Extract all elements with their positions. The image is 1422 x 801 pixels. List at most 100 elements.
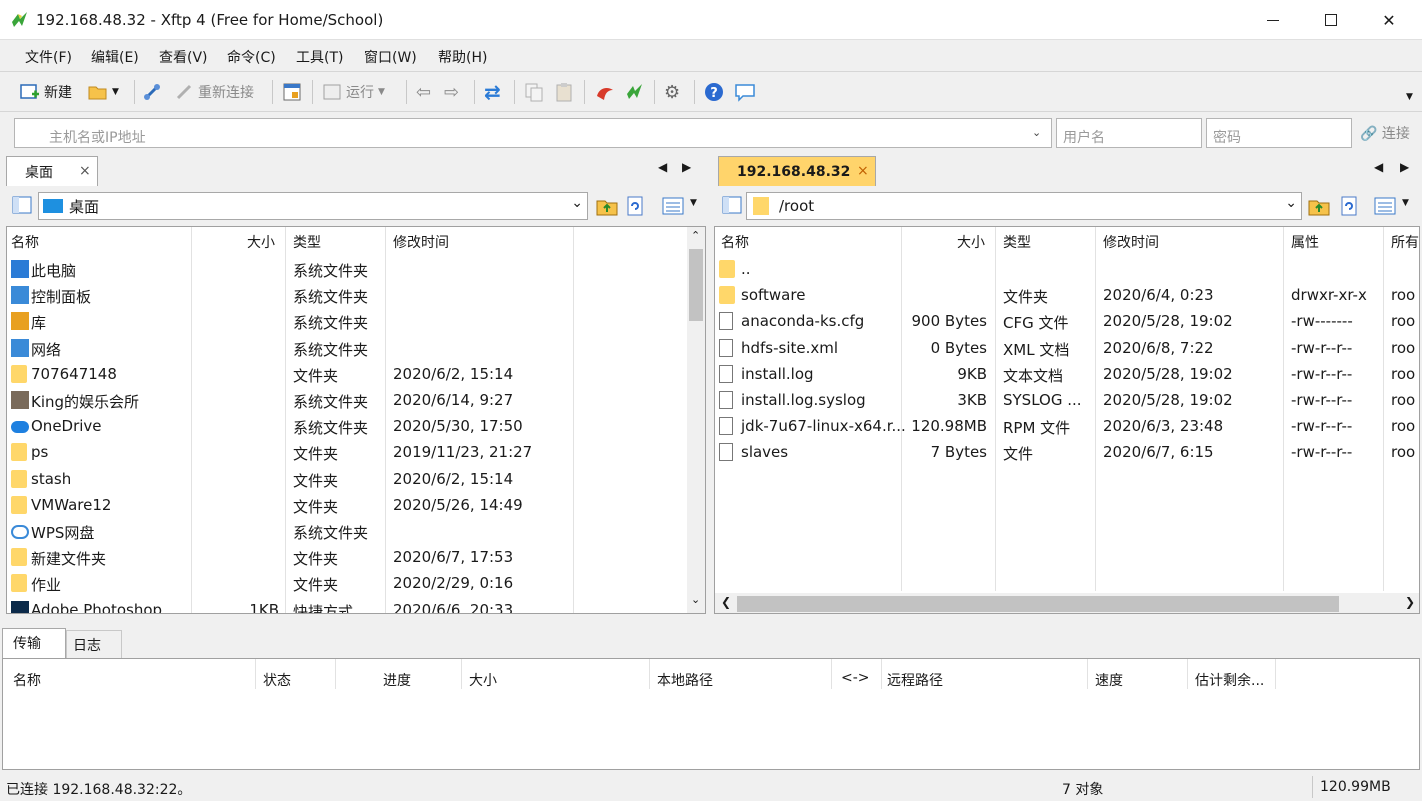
dropdown-arrow-icon[interactable]: ▼ <box>690 198 697 208</box>
menu-help[interactable]: 帮助(H) <box>438 47 487 67</box>
file-row[interactable]: 网络 系统文件夹 <box>7 336 677 362</box>
xshell-button[interactable] <box>594 81 616 103</box>
column-eta[interactable]: 估计剩余... <box>1195 670 1264 690</box>
chevron-down-icon[interactable]: ⌄ <box>1285 195 1297 211</box>
scroll-thumb[interactable] <box>737 596 1339 612</box>
close-button[interactable]: ✕ <box>1360 0 1418 40</box>
feedback-button[interactable] <box>734 81 756 103</box>
host-input[interactable]: 主机名或IP地址 <box>14 118 1052 148</box>
column-name[interactable]: 名称 <box>13 670 41 690</box>
tab-desktop[interactable]: 桌面 × <box>6 156 98 186</box>
right-path-input[interactable]: /root ⌄ <box>746 192 1302 220</box>
scroll-right-icon[interactable]: ❯ <box>1405 595 1415 609</box>
close-tab-icon[interactable]: × <box>857 163 869 179</box>
column-size[interactable]: 大小 <box>247 232 275 252</box>
username-input[interactable]: 用户名 <box>1056 118 1202 148</box>
file-row[interactable]: Adobe Photoshop... 1KB 快捷方式 2020/6/6, 20:33 <box>7 598 677 613</box>
view-mode-icon[interactable] <box>662 197 684 215</box>
file-row[interactable]: install.log.syslog 3KB SYSLOG ... 2020/5/28… <box>715 388 1419 414</box>
minimize-button[interactable] <box>1244 0 1302 40</box>
maximize-button[interactable] <box>1302 0 1360 40</box>
refresh-icon[interactable] <box>626 196 646 216</box>
column-direction[interactable]: <-> <box>841 670 870 686</box>
help-button[interactable]: ? <box>704 81 724 103</box>
column-modified[interactable]: 修改时间 <box>393 232 449 252</box>
column-size[interactable]: 大小 <box>957 232 985 252</box>
column-local-path[interactable]: 本地路径 <box>657 670 713 690</box>
file-row[interactable]: 新建文件夹 文件夹 2020/6/7, 17:53 <box>7 545 677 571</box>
close-tab-icon[interactable]: × <box>79 163 91 179</box>
run-button[interactable]: 运行 ▼ <box>322 81 385 103</box>
tab-scroll-right-icon[interactable]: ▶ <box>1400 160 1409 174</box>
view-mode-icon[interactable] <box>1374 197 1396 215</box>
toolbar-overflow-icon[interactable]: ▼ <box>1406 92 1413 102</box>
column-speed[interactable]: 速度 <box>1095 670 1123 690</box>
column-progress[interactable]: 进度 <box>383 670 411 690</box>
open-folder-button[interactable]: ▼ <box>88 81 119 103</box>
scroll-up-icon[interactable]: ⌃ <box>691 229 700 242</box>
file-row[interactable]: anaconda-ks.cfg 900 Bytes CFG 文件 2020/5/28,… <box>715 309 1419 335</box>
file-row[interactable]: King的娱乐会所 系统文件夹 2020/6/14, 9:27 <box>7 388 677 414</box>
file-row[interactable]: WPS网盘 系统文件夹 <box>7 519 677 545</box>
column-owner[interactable]: 所有 <box>1391 232 1419 252</box>
parent-folder-icon[interactable] <box>596 196 618 216</box>
refresh-icon[interactable] <box>1340 196 1360 216</box>
file-row[interactable]: install.log 9KB 文本文档 2020/5/28, 19:02 -rw-r-… <box>715 362 1419 388</box>
left-scrollbar[interactable]: ⌃ ⌄ <box>687 227 705 613</box>
column-status[interactable]: 状态 <box>263 670 291 690</box>
chevron-down-icon[interactable]: ⌄ <box>571 195 583 211</box>
column-name[interactable]: 名称 <box>11 232 39 252</box>
menu-edit[interactable]: 编辑(E) <box>91 47 139 67</box>
tab-scroll-left-icon[interactable]: ◀ <box>1374 160 1383 174</box>
scroll-thumb[interactable] <box>689 249 703 321</box>
forward-button[interactable]: ⇨ <box>444 81 459 103</box>
new-session-button[interactable]: 新建 <box>20 81 72 103</box>
menu-window[interactable]: 窗口(W) <box>364 47 417 67</box>
password-input[interactable]: 密码 <box>1206 118 1352 148</box>
menu-view[interactable]: 查看(V) <box>159 47 208 67</box>
paste-button[interactable] <box>554 81 574 103</box>
reconnect-button[interactable]: 重新连接 <box>174 81 254 103</box>
column-remote-path[interactable]: 远程路径 <box>887 670 943 690</box>
menu-command[interactable]: 命令(C) <box>227 47 276 67</box>
parent-folder-icon[interactable] <box>1308 196 1330 216</box>
file-row[interactable]: hdfs-site.xml 0 Bytes XML 文档 2020/6/8, 7:22… <box>715 336 1419 362</box>
scroll-down-icon[interactable]: ⌄ <box>691 593 700 606</box>
properties-button[interactable] <box>282 81 302 103</box>
menu-tools[interactable]: 工具(T) <box>296 47 343 67</box>
file-row[interactable]: OneDrive 系统文件夹 2020/5/30, 17:50 <box>7 414 677 440</box>
tab-transfer[interactable]: 传输 <box>2 628 66 658</box>
file-row[interactable]: 作业 文件夹 2020/2/29, 0:16 <box>7 571 677 597</box>
copy-button[interactable] <box>524 81 544 103</box>
column-type[interactable]: 类型 <box>1003 232 1031 252</box>
chevron-down-icon[interactable]: ⌄ <box>1032 126 1041 139</box>
connect-button[interactable] <box>142 81 162 103</box>
xftp-button[interactable] <box>624 81 646 103</box>
sync-button[interactable]: ⇄ <box>484 80 501 104</box>
menu-file[interactable]: 文件(F) <box>25 47 72 67</box>
file-row[interactable]: 此电脑 系统文件夹 <box>7 257 677 283</box>
tree-view-icon[interactable] <box>722 196 742 214</box>
column-type[interactable]: 类型 <box>293 232 321 252</box>
file-row[interactable]: ps 文件夹 2019/11/23, 21:27 <box>7 440 677 466</box>
tab-scroll-right-icon[interactable]: ▶ <box>682 160 691 174</box>
file-row[interactable]: 库 系统文件夹 <box>7 309 677 335</box>
file-row[interactable]: stash 文件夹 2020/6/2, 15:14 <box>7 467 677 493</box>
file-row[interactable]: VMWare12 文件夹 2020/5/26, 14:49 <box>7 493 677 519</box>
column-size[interactable]: 大小 <box>469 670 497 690</box>
settings-button[interactable]: ⚙ <box>664 81 680 103</box>
column-name[interactable]: 名称 <box>721 232 749 252</box>
file-row[interactable]: 707647148 文件夹 2020/6/2, 15:14 <box>7 362 677 388</box>
dropdown-arrow-icon[interactable]: ▼ <box>1402 198 1409 208</box>
tab-scroll-left-icon[interactable]: ◀ <box>658 160 667 174</box>
column-modified[interactable]: 修改时间 <box>1103 232 1159 252</box>
right-hscrollbar[interactable]: ❮ ❯ <box>715 593 1419 613</box>
tree-view-icon[interactable] <box>12 196 32 214</box>
file-row[interactable]: software 文件夹 2020/6/4, 0:23 drwxr-xr-x roo <box>715 283 1419 309</box>
back-button[interactable]: ⇦ <box>416 81 431 103</box>
tab-remote-session[interactable]: 192.168.48.32 × <box>718 156 876 186</box>
file-row[interactable]: .. <box>715 257 1419 283</box>
file-row[interactable]: 控制面板 系统文件夹 <box>7 283 677 309</box>
left-path-input[interactable]: 桌面 ⌄ <box>38 192 588 220</box>
column-attributes[interactable]: 属性 <box>1291 232 1319 252</box>
